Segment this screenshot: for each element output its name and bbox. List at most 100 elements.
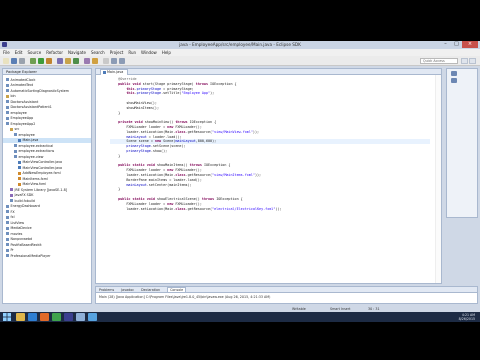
perspective-debug-button[interactable]	[469, 58, 476, 64]
project-folder-icon	[6, 221, 9, 225]
menu-run[interactable]: Run	[128, 50, 136, 55]
menu-help[interactable]: Help	[162, 50, 171, 55]
code-token: throws	[195, 81, 211, 86]
code-token: IOException {	[203, 163, 231, 168]
perspective-java-button[interactable]	[461, 58, 468, 64]
title-bar: java - EmployeeApp/src/employee/Main.jav…	[0, 41, 480, 49]
media-player-icon[interactable]	[40, 313, 49, 321]
menu-project[interactable]: Project	[110, 50, 124, 55]
project-folder-icon	[6, 204, 9, 208]
console-view: Problems Javadoc Declaration Console Main (…	[95, 286, 478, 304]
tree-item-label: bin	[10, 94, 16, 99]
code-token: = loader.load();	[146, 134, 182, 139]
project-folder-icon	[6, 210, 9, 214]
tab-javadoc[interactable]: Javadoc	[121, 288, 134, 292]
code-token: mainLayout	[126, 134, 147, 139]
menu-window[interactable]: Window	[141, 50, 157, 55]
new-icon[interactable]	[3, 58, 9, 64]
print-icon[interactable]	[19, 58, 25, 64]
java-file-icon	[102, 71, 106, 74]
code-token: FXMLLoader loader =	[110, 168, 168, 173]
minimize-button[interactable]: –	[440, 41, 451, 48]
code-token: FXMLLoader loader =	[110, 125, 168, 129]
maximize-button[interactable]: □	[451, 41, 462, 48]
project-folder-icon	[14, 155, 17, 159]
code-token: showMainItems()	[156, 163, 190, 168]
tree-item-label: Nonpvnwebd	[10, 237, 33, 242]
tree-item-label: JavaFX SDK	[14, 193, 34, 198]
tree-item-label: FX	[10, 209, 15, 214]
system-tray-clock[interactable]: 4:21 AM 8/26/2015	[447, 313, 475, 321]
maximize-icon: □	[454, 41, 459, 47]
forward-icon[interactable]	[119, 58, 125, 64]
tab-problems[interactable]: Problems	[99, 288, 114, 292]
menu-search[interactable]: Search	[91, 50, 105, 55]
code-area[interactable]: @Override public void start(Stage primar…	[96, 75, 441, 283]
tree-item-label: EmployeeApp2	[10, 121, 36, 126]
close-icon: ×	[467, 41, 473, 47]
project-folder-icon	[6, 78, 9, 82]
tree-item-label: employee.extractical	[18, 143, 54, 148]
menu-source[interactable]: Source	[27, 50, 41, 55]
annotation-next-icon[interactable]	[103, 58, 109, 64]
code-token: primaryStage	[136, 91, 162, 96]
tree-item-label: MainViewController.java	[22, 165, 63, 170]
tree-item-label: AddNewEmployee.fxml	[22, 171, 61, 176]
new-class-icon[interactable]	[73, 58, 79, 64]
code-token: public static void	[118, 197, 157, 201]
store-icon[interactable]	[52, 313, 61, 321]
code-token: showMainView();	[110, 101, 157, 105]
external-tools-icon[interactable]	[46, 58, 52, 64]
close-button[interactable]: ×	[462, 41, 478, 48]
tree-item-label: movies	[10, 231, 23, 236]
task-list-icon[interactable]	[451, 78, 457, 83]
browser-icon[interactable]	[28, 313, 37, 321]
windows-start-icon[interactable]	[3, 313, 11, 321]
save-icon[interactable]	[11, 58, 17, 64]
code-token: mainLayout	[175, 139, 196, 144]
tree-item-label: MainView.fxml	[22, 182, 47, 187]
code-token: }	[110, 153, 121, 158]
project-folder-icon	[6, 254, 9, 258]
new-java-project-icon[interactable]	[57, 58, 63, 64]
overview-ruler[interactable]	[435, 75, 441, 283]
code-token: primaryStage	[136, 86, 162, 91]
menu-refactor[interactable]: Refactor	[46, 50, 63, 55]
package-explorer: Package Explorer AnimatedClock AnimatedTe…	[2, 68, 92, 304]
tab-console[interactable]: Console	[167, 287, 187, 292]
menu-navigate[interactable]: Navigate	[68, 50, 86, 55]
project-folder-icon	[6, 94, 9, 98]
search-icon[interactable]	[92, 58, 98, 64]
debug-icon[interactable]	[30, 58, 36, 64]
code-token: .show();	[150, 149, 168, 153]
code-token: .setCenter(mainItems);	[146, 182, 192, 187]
code-token: class	[175, 173, 186, 177]
code-editor: Main.java @Override public void start(St…	[95, 68, 442, 284]
file-explorer-icon[interactable]	[16, 313, 25, 321]
tree-item-label: employee	[18, 132, 35, 137]
menu-edit[interactable]: Edit	[15, 50, 23, 55]
code-token: FXMLLoader();	[175, 201, 202, 206]
project-folder-icon	[6, 237, 9, 241]
tree-item[interactable]: ProfessionalMediaPlayer	[3, 253, 91, 259]
back-icon[interactable]	[111, 58, 117, 64]
eclipse-taskbar-icon[interactable]	[64, 313, 73, 321]
menu-file[interactable]: File	[3, 50, 10, 55]
open-type-icon[interactable]	[84, 58, 90, 64]
tree-item-label: EnergyDashboard	[10, 204, 40, 209]
chat-icon[interactable]	[88, 313, 97, 321]
new-package-icon[interactable]	[65, 58, 71, 64]
video-letterbox-top	[0, 0, 480, 41]
project-tree: AnimatedClock AnimatedText AutomaticSortin…	[3, 75, 91, 259]
tree-item-label: Pr	[10, 248, 14, 253]
run-icon[interactable]	[38, 58, 44, 64]
main-toolbar: Quick Access	[0, 56, 480, 66]
outline-icon[interactable]	[451, 71, 457, 76]
package-explorer-title: Package Explorer	[6, 69, 38, 74]
quick-access-input[interactable]: Quick Access	[420, 58, 458, 64]
tab-declaration[interactable]: Declaration	[141, 288, 160, 292]
notepad-icon[interactable]	[76, 313, 85, 321]
